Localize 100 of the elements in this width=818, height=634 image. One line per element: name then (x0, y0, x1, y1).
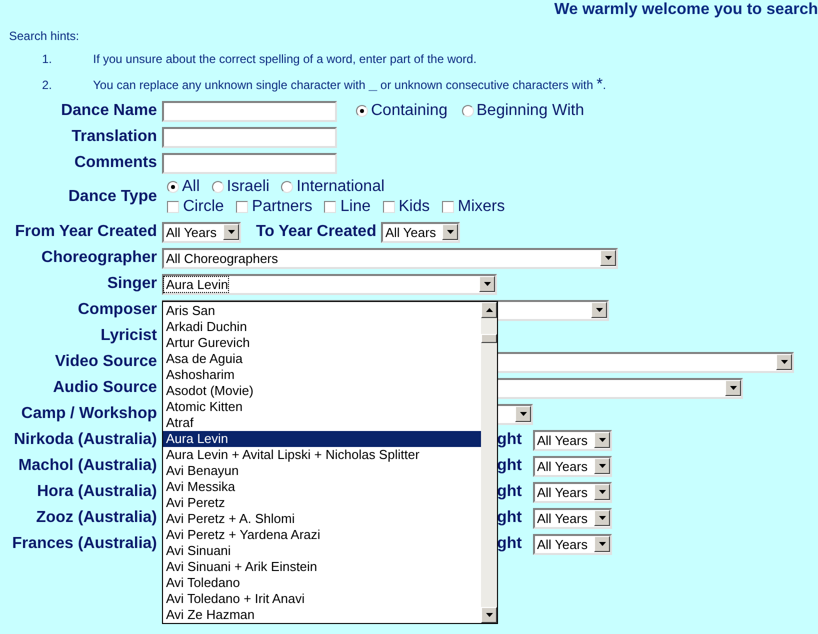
dropdown-arrow-button[interactable] (223, 224, 239, 240)
page-heading: We warmly welcome you to search (553, 0, 818, 20)
dropdown-option[interactable]: Asa de Aguia (163, 351, 481, 367)
checkbox-label: Kids (398, 197, 430, 217)
down-arrow-icon (520, 412, 526, 416)
dropdown-option[interactable]: Atraf (163, 415, 481, 431)
dropdown-arrow-button[interactable] (776, 354, 792, 370)
radio-button[interactable] (281, 181, 294, 193)
dropdown-option[interactable]: Artur Gurevich (163, 335, 481, 351)
dropdown-arrow-button[interactable] (591, 302, 607, 318)
dropdown-arrow-button[interactable] (481, 607, 497, 623)
dropdown-option[interactable]: Avi Sinuani (163, 543, 481, 559)
dropdown-arrow-button[interactable] (594, 510, 610, 526)
text-input[interactable] (162, 100, 337, 122)
checkbox-label: Mixers (458, 197, 505, 217)
down-arrow-icon (228, 230, 234, 234)
field-label: Zooz (Australia) (35, 508, 157, 528)
dropdown-option[interactable]: Aris San (163, 303, 481, 319)
dropdown-option[interactable]: Avi Peretz (163, 495, 481, 511)
down-arrow-icon (780, 360, 788, 364)
field-label: ght (497, 430, 523, 450)
field-label: ght (497, 456, 523, 476)
field-label: Frances (Australia) (11, 534, 157, 554)
field-label: Audio Source (52, 378, 157, 398)
down-arrow-icon (604, 256, 612, 260)
dropdown-select[interactable]: All Years (533, 430, 612, 450)
text-input[interactable] (162, 126, 337, 148)
dropdown-option[interactable]: Avi Benayun (163, 463, 481, 479)
dropdown-arrow-button[interactable] (515, 406, 531, 422)
dropdown-option[interactable]: Avi Toledano + Irit Anavi (163, 591, 481, 607)
checkbox[interactable] (442, 201, 454, 213)
dropdown-select[interactable]: Aura Levin (162, 274, 497, 294)
radio-button[interactable] (212, 181, 224, 193)
down-arrow-icon (730, 386, 736, 390)
field-label: Hora (Australia) (36, 482, 157, 502)
scroll-up-button[interactable] (481, 302, 497, 318)
dropdown-option[interactable]: Avi Ze Hazman (163, 607, 481, 623)
checkbox[interactable] (167, 201, 179, 213)
field-label: Video Source (54, 352, 157, 372)
dropdown-select[interactable]: All Years (533, 508, 612, 528)
dropdown-arrow-button[interactable] (594, 484, 610, 500)
dropdown-select[interactable]: All Years (381, 222, 460, 242)
radio-button[interactable] (462, 105, 474, 117)
field-label: Choreographer (40, 248, 157, 268)
down-arrow-icon (598, 516, 606, 520)
dropdown-arrow-button[interactable] (594, 432, 610, 448)
scrollbar-thumb[interactable] (481, 334, 497, 343)
down-arrow-icon (598, 464, 606, 468)
dropdown-option[interactable]: Arkadi Duchin (163, 319, 481, 335)
dropdown-select[interactable]: All Choreographers (162, 248, 618, 268)
dropdown-arrow-button[interactable] (594, 536, 610, 552)
radio-button[interactable] (356, 105, 368, 117)
scrollbar[interactable] (481, 302, 497, 623)
radio-button[interactable] (167, 181, 179, 193)
dropdown-option[interactable]: Avi Messika (163, 479, 481, 495)
dropdown-option[interactable]: Avi Peretz + A. Shlomi (163, 511, 481, 527)
field-label: Machol (Australia) (17, 456, 157, 476)
dropdown-option[interactable]: Aura Levin + Avital Lipski + Nicholas Splitter (163, 447, 481, 463)
dropdown-option[interactable]: Aura Levin (163, 431, 481, 447)
dropdown-arrow-button[interactable] (442, 224, 458, 240)
checkbox-label: Circle (183, 197, 224, 217)
dropdown-select[interactable]: All Years (533, 534, 612, 554)
down-arrow-icon (598, 438, 606, 442)
radio-label: Israeli (226, 177, 270, 197)
down-arrow-icon (598, 490, 606, 494)
field-label: ght (497, 508, 523, 528)
up-arrow-icon (486, 308, 492, 312)
radio-label: Beginning With (476, 101, 584, 121)
radio-label: International (296, 177, 385, 197)
checkbox[interactable] (236, 201, 248, 213)
field-label: Comments (73, 153, 157, 173)
list-number: 2. (41, 77, 54, 94)
dropdown-arrow-button[interactable] (479, 276, 495, 292)
field-label: Nirkoda (Australia) (12, 430, 157, 450)
checkbox[interactable] (324, 201, 336, 213)
dropdown-option[interactable]: Ashosharim (163, 367, 481, 383)
checkbox-label: Line (340, 197, 371, 217)
field-label: Dance Type (67, 187, 157, 207)
dropdown-arrow-button[interactable] (594, 458, 610, 474)
dropdown-option[interactable]: Avi Sinuani + Arik Einstein (163, 559, 481, 575)
down-arrow-icon (484, 282, 490, 286)
down-arrow-icon (596, 308, 602, 312)
dropdown-select[interactable]: All Years (162, 222, 241, 242)
dropdown-arrow-button[interactable] (600, 250, 616, 266)
dropdown-option[interactable]: Asodot (Movie) (163, 383, 481, 399)
hint-text: If you unsure about the correct spelling of a word, enter part of the word. (93, 51, 477, 68)
checkbox[interactable] (382, 201, 395, 213)
field-label: Camp / Workshop (20, 404, 157, 424)
dropdown-option[interactable]: Atomic Kitten (163, 399, 481, 415)
text-input[interactable] (162, 152, 337, 174)
down-arrow-icon (446, 230, 454, 234)
dropdown-arrow-button[interactable] (725, 380, 741, 396)
field-label: ght (497, 534, 523, 554)
dropdown-option[interactable]: Avi Toledano (163, 575, 481, 591)
dropdown-select[interactable]: All Years (533, 482, 612, 502)
down-arrow-icon (486, 613, 492, 617)
dropdown-option[interactable]: Avi Peretz + Yardena Arazi (163, 527, 481, 543)
hint-text: You can replace any unknown single character with _ or unknown consecutive characters with *. (93, 75, 606, 95)
field-label: Composer (76, 300, 157, 320)
dropdown-select[interactable]: All Years (533, 456, 612, 476)
